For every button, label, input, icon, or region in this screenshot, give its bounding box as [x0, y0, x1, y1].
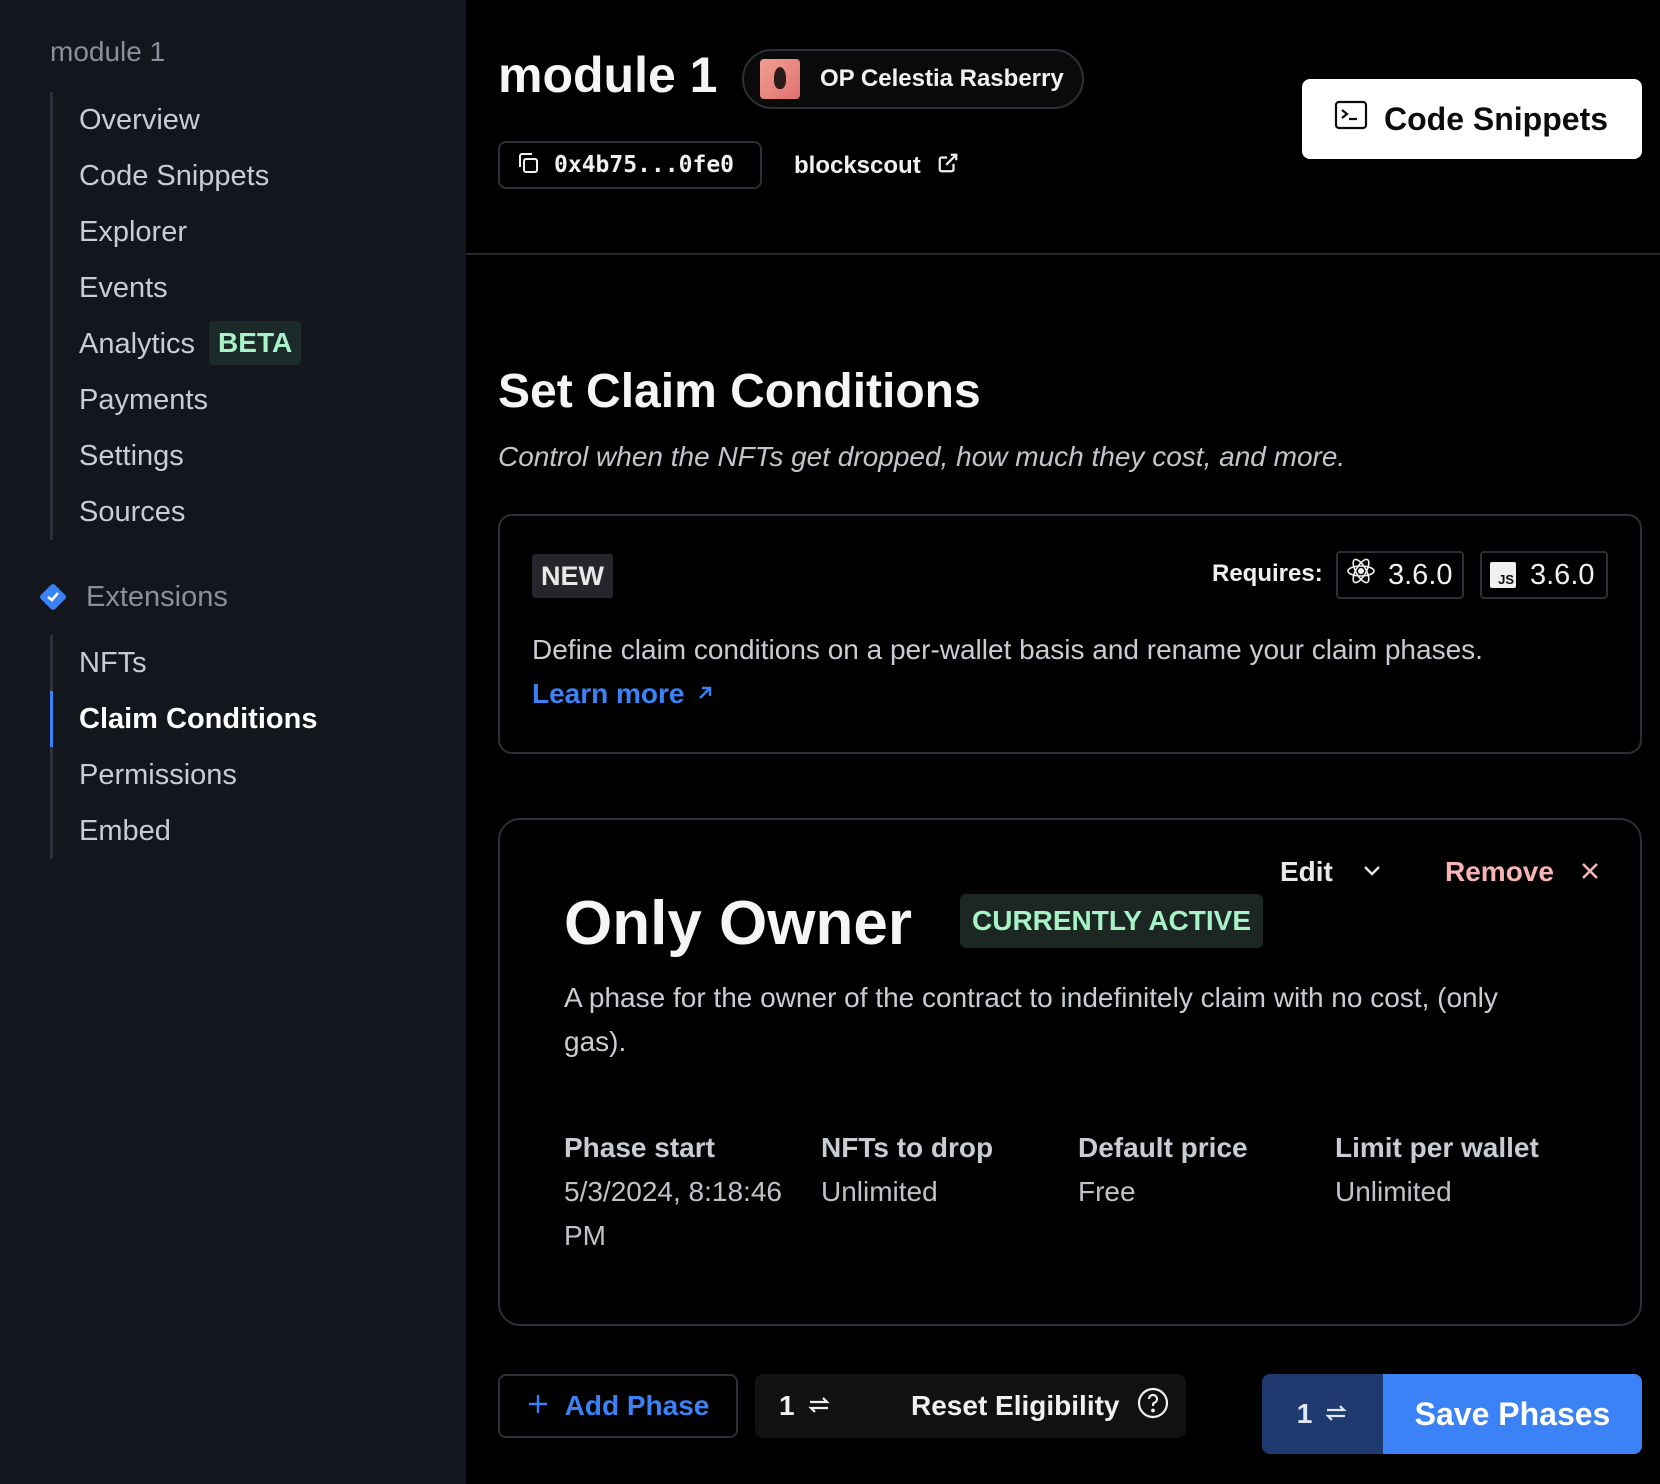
sidebar-extensions-nav: NFTs Claim Conditions Permissions Embed: [49, 635, 317, 859]
help-icon[interactable]: [1136, 1386, 1170, 1427]
diamond-check-icon: [40, 584, 66, 610]
react-version: 3.6.0: [1388, 558, 1453, 591]
stat-value: Unlimited: [821, 1176, 938, 1207]
header-divider: [466, 253, 1660, 255]
status-badge: CURRENTLY ACTIVE: [960, 894, 1264, 948]
code-snippets-button[interactable]: Code Snippets: [1302, 79, 1642, 159]
chain-pill[interactable]: OP Celestia Rasberry: [742, 49, 1084, 109]
explorer-link[interactable]: blockscout: [794, 146, 959, 186]
add-phase-label: Add Phase: [564, 1390, 710, 1421]
stat-label: Default price: [1078, 1132, 1248, 1163]
sidebar-item-code-snippets[interactable]: Code Snippets: [53, 148, 301, 204]
chevron-down-icon: [1333, 856, 1383, 888]
beta-badge: BETA: [209, 321, 302, 366]
reset-eligibility-label: Reset Eligibility: [911, 1390, 1120, 1421]
chain-name: OP Celestia Rasberry: [820, 65, 1064, 92]
edit-phase-button[interactable]: Edit: [1280, 856, 1383, 888]
stat-label: Phase start: [564, 1132, 715, 1163]
learn-more-link[interactable]: Learn more: [532, 678, 715, 710]
reset-count-value: 1: [779, 1390, 795, 1421]
contract-address: 0x4b75...0fe0: [554, 152, 735, 178]
learn-more-label: Learn more: [532, 678, 685, 709]
stat-value: Unlimited: [1335, 1176, 1452, 1207]
section-title: Set Claim Conditions: [498, 365, 981, 418]
stat-nfts-to-drop: NFTs to drop Unlimited: [821, 1126, 1067, 1214]
plus-icon: [527, 1390, 565, 1422]
stat-value: Free: [1078, 1176, 1136, 1207]
react-icon: [1346, 556, 1388, 594]
new-feature-card: NEW Requires: 3.6.0 JS 3.6.0 Define clai…: [498, 514, 1642, 754]
save-count: 1: [1262, 1374, 1383, 1454]
external-link-icon: [921, 152, 959, 181]
requires-label: Requires:: [1212, 560, 1323, 587]
explorer-label: blockscout: [794, 152, 921, 179]
page-title: module 1: [498, 47, 718, 103]
stat-phase-start: Phase start 5/3/2024, 8:18:46 PM: [564, 1126, 810, 1258]
reset-eligibility-button[interactable]: 1 Reset Eligibility: [755, 1374, 1186, 1438]
stat-label: NFTs to drop: [821, 1132, 994, 1163]
stat-label: Limit per wallet: [1335, 1132, 1539, 1163]
arrow-up-right-icon: [685, 678, 715, 710]
chain-logo: [760, 59, 800, 99]
copy-icon: [516, 151, 540, 180]
js-icon: JS: [1490, 562, 1516, 588]
remove-phase-button[interactable]: Remove: [1445, 856, 1600, 888]
remove-label: Remove: [1445, 856, 1554, 887]
sidebar-item-embed[interactable]: Embed: [53, 803, 317, 859]
phase-card: Edit Remove Only Owner CURRENTLY ACTIVE …: [498, 818, 1642, 1326]
new-badge: NEW: [532, 554, 613, 598]
sidebar-item-events[interactable]: Events: [53, 260, 301, 316]
new-feature-description: Define claim conditions on a per-wallet …: [532, 634, 1483, 665]
sidebar-item-explorer[interactable]: Explorer: [53, 204, 301, 260]
sidebar-item-permissions[interactable]: Permissions: [53, 747, 317, 803]
copy-address-button[interactable]: 0x4b75...0fe0: [498, 141, 762, 189]
sidebar-item-analytics[interactable]: Analytics BETA: [53, 316, 302, 372]
add-phase-button[interactable]: Add Phase: [498, 1374, 738, 1438]
sidebar-main-nav: Overview Code Snippets Explorer Events A…: [50, 92, 302, 540]
phase-name: Only Owner: [564, 889, 912, 958]
code-snippets-label: Code Snippets: [1384, 100, 1609, 137]
close-icon: [1554, 856, 1600, 888]
js-version-chip: JS 3.6.0: [1480, 551, 1608, 599]
extensions-label: Extensions: [86, 580, 228, 613]
sidebar-item-nfts[interactable]: NFTs: [53, 635, 317, 691]
sidebar: module 1 Overview Code Snippets Explorer…: [0, 0, 466, 1484]
js-version: 3.6.0: [1530, 558, 1595, 591]
sidebar-item-label: Analytics: [79, 328, 196, 360]
section-subtitle: Control when the NFTs get dropped, how m…: [498, 441, 1346, 472]
swap-icon: [795, 1390, 831, 1422]
save-count-value: 1: [1296, 1398, 1313, 1429]
stat-limit-per-wallet: Limit per wallet Unlimited: [1335, 1126, 1581, 1214]
phase-description: A phase for the owner of the contract to…: [564, 982, 1498, 1057]
sidebar-item-settings[interactable]: Settings: [53, 428, 301, 484]
reset-count: 1: [779, 1390, 899, 1422]
sidebar-item-sources[interactable]: Sources: [53, 484, 301, 540]
stat-default-price: Default price Free: [1078, 1126, 1324, 1214]
sidebar-item-overview[interactable]: Overview: [53, 92, 301, 148]
sidebar-module-label: module 1: [50, 36, 166, 67]
sidebar-item-payments[interactable]: Payments: [53, 372, 301, 428]
sidebar-item-claim-conditions[interactable]: Claim Conditions: [49, 691, 317, 747]
stat-value: 5/3/2024, 8:18:46 PM: [564, 1176, 782, 1251]
extensions-heading: Extensions: [40, 574, 228, 620]
edit-label: Edit: [1280, 856, 1333, 887]
swap-icon: [1312, 1398, 1348, 1430]
save-phases-button[interactable]: Save Phases: [1383, 1374, 1642, 1454]
react-version-chip: 3.6.0: [1336, 551, 1464, 599]
terminal-icon: [1334, 100, 1384, 138]
